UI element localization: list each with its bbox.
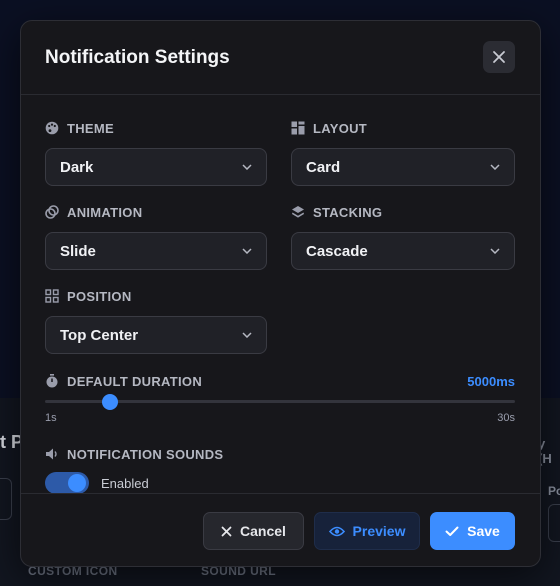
close-icon <box>493 51 505 63</box>
stacking-value: Cascade <box>306 242 368 260</box>
stacking-field: STACKING Cascade <box>291 204 515 270</box>
toggle-knob <box>68 474 86 492</box>
cancel-button[interactable]: Cancel <box>203 512 304 550</box>
stacking-label: STACKING <box>313 204 383 220</box>
notification-sounds-label: NOTIFICATION SOUNDS <box>67 446 224 462</box>
chevron-down-icon <box>490 164 500 170</box>
chevron-down-icon <box>490 248 500 254</box>
default-duration-value: 5000ms <box>467 373 515 389</box>
default-duration-field: DEFAULT DURATION 5000ms 1s 30s <box>45 373 515 424</box>
chevron-down-icon <box>242 164 252 170</box>
stacking-select[interactable]: Cascade <box>291 232 515 270</box>
chevron-down-icon <box>242 248 252 254</box>
timer-icon <box>46 374 58 388</box>
layout-value: Card <box>306 158 341 176</box>
grid-icon <box>45 289 59 303</box>
preview-button[interactable]: Preview <box>314 512 420 550</box>
default-duration-label: DEFAULT DURATION <box>67 373 203 389</box>
check-icon <box>445 526 459 536</box>
theme-label: THEME <box>67 120 114 136</box>
modal-title: Notification Settings <box>45 47 230 68</box>
sounds-toggle-state: Enabled <box>101 475 149 491</box>
notification-settings-modal: Notification Settings THEME Dark LAYOUT … <box>20 20 541 567</box>
sounds-toggle[interactable] <box>45 472 89 494</box>
duration-min-label: 1s <box>45 412 57 424</box>
duration-slider-thumb[interactable] <box>101 393 118 410</box>
background-input-fragment <box>548 504 560 542</box>
modal-header: Notification Settings <box>21 21 540 95</box>
layers-icon <box>292 206 304 218</box>
speaker-icon <box>46 448 57 460</box>
animation-label: ANIMATION <box>67 204 143 220</box>
layout-icon <box>291 121 305 135</box>
position-label: POSITION <box>67 288 132 304</box>
palette-icon <box>45 121 59 135</box>
animation-select[interactable]: Slide <box>45 232 267 270</box>
background-text-fragment: y (H <box>538 436 552 466</box>
preview-button-label: Preview <box>352 523 406 539</box>
notification-sounds-field: NOTIFICATION SOUNDS Enabled <box>45 446 223 494</box>
theme-select[interactable]: Dark <box>45 148 267 186</box>
duration-max-label: 30s <box>497 412 515 424</box>
theme-field: THEME Dark <box>45 120 267 186</box>
animation-icon <box>45 205 59 219</box>
close-button[interactable] <box>483 41 515 73</box>
position-value: Top Center <box>60 326 139 344</box>
position-select[interactable]: Top Center <box>45 316 267 354</box>
duration-slider-track[interactable] <box>45 393 515 410</box>
layout-field: LAYOUT Card <box>291 120 515 186</box>
close-icon <box>221 526 232 536</box>
save-button-label: Save <box>467 523 500 539</box>
background-input-fragment <box>0 478 12 520</box>
position-field: POSITION Top Center <box>45 288 267 354</box>
layout-label: LAYOUT <box>313 120 368 136</box>
animation-value: Slide <box>60 242 96 260</box>
layout-select[interactable]: Card <box>291 148 515 186</box>
animation-field: ANIMATION Slide <box>45 204 267 270</box>
cancel-button-label: Cancel <box>240 523 286 539</box>
theme-value: Dark <box>60 158 94 176</box>
background-label-fragment: Po <box>548 484 560 498</box>
chevron-down-icon <box>242 332 252 338</box>
eye-icon <box>328 526 345 536</box>
save-button[interactable]: Save <box>430 512 515 550</box>
modal-footer: Cancel Preview Save <box>21 493 540 566</box>
